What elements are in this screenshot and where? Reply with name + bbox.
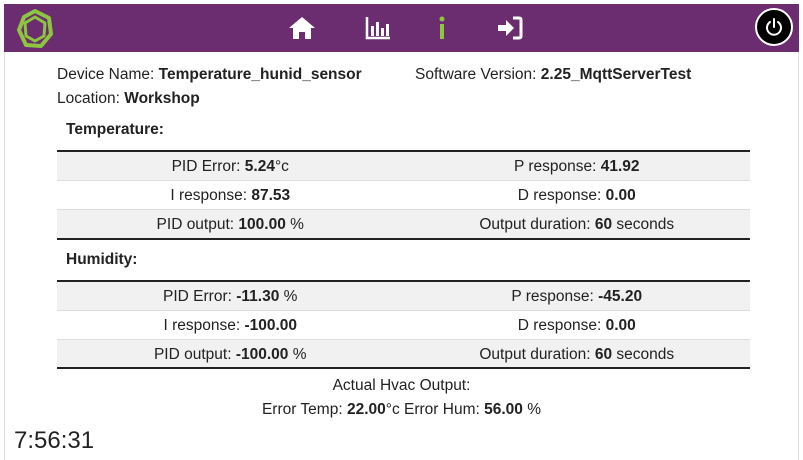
temperature-pid-error: PID Error: 5.24°c (57, 152, 404, 181)
row-divider (57, 339, 750, 340)
table-row: PID Error: 5.24°c P response: 41.92 (57, 152, 750, 181)
device-name-label: Device Name: (57, 66, 155, 83)
location-value: Workshop (124, 90, 200, 107)
temperature-pid-output: PID output: 100.00 % (57, 210, 404, 239)
humidity-d-response: D response: 0.00 (517, 316, 636, 334)
humidity-title: Humidity: (66, 251, 138, 268)
power-icon (766, 18, 782, 36)
power-button[interactable] (755, 8, 793, 46)
temperature-i-response: I response: 87.53 (170, 186, 291, 204)
divider (57, 238, 750, 240)
temperature-output-duration: Output duration: 60 seconds (403, 210, 750, 239)
temperature-d-response: D response: 0.00 (517, 186, 636, 204)
temperature-table: PID Error: 5.24°c P response: 41.92 I re… (57, 152, 750, 239)
hvac-output-values: Error Temp: 22.00°c Error Hum: 56.00 % (261, 401, 542, 418)
humidity-table: PID Error: -11.30 % P response: -45.20 I… (57, 282, 750, 369)
table-row: PID Error: -11.30 % P response: -45.20 (57, 282, 750, 311)
sign-in-icon[interactable] (494, 12, 526, 44)
device-name-value: Temperature_hunid_sensor (158, 66, 362, 83)
table-row: PID output: -100.00 % Output duration: 6… (57, 340, 750, 369)
divider (57, 367, 750, 369)
row-divider (57, 209, 750, 210)
row-divider (57, 310, 750, 311)
info-icon[interactable] (426, 12, 458, 44)
bar-chart-icon[interactable] (362, 12, 394, 44)
top-navigation-bar (4, 4, 799, 52)
humidity-p-response: P response: -45.20 (403, 282, 750, 311)
clock: 7:56:31 (14, 427, 95, 454)
hvac-output-title: Actual Hvac Output: (332, 377, 471, 394)
software-version-label: Software Version: (415, 66, 537, 83)
location: Location: Workshop (57, 90, 200, 108)
software-version-value: 2.25_MqttServerTest (540, 66, 692, 83)
humidity-pid-error: PID Error: -11.30 % (57, 282, 404, 311)
table-row: I response: 87.53 D response: 0.00 (57, 181, 750, 210)
location-label: Location: (57, 90, 120, 107)
home-icon[interactable] (286, 12, 318, 44)
software-version: Software Version: 2.25_MqttServerTest (415, 66, 691, 84)
table-row: PID output: 100.00 % Output duration: 60… (57, 210, 750, 239)
humidity-pid-output: PID output: -100.00 % (57, 340, 404, 369)
logo-icon[interactable] (14, 8, 56, 50)
table-row: I response: -100.00 D response: 0.00 (57, 311, 750, 340)
temperature-title: Temperature: (66, 121, 164, 138)
humidity-output-duration: Output duration: 60 seconds (403, 340, 750, 369)
temperature-p-response: P response: 41.92 (403, 152, 750, 181)
humidity-i-response: I response: -100.00 (163, 316, 298, 334)
device-name: Device Name: Temperature_hunid_sensor (57, 66, 362, 84)
row-divider (57, 180, 750, 181)
